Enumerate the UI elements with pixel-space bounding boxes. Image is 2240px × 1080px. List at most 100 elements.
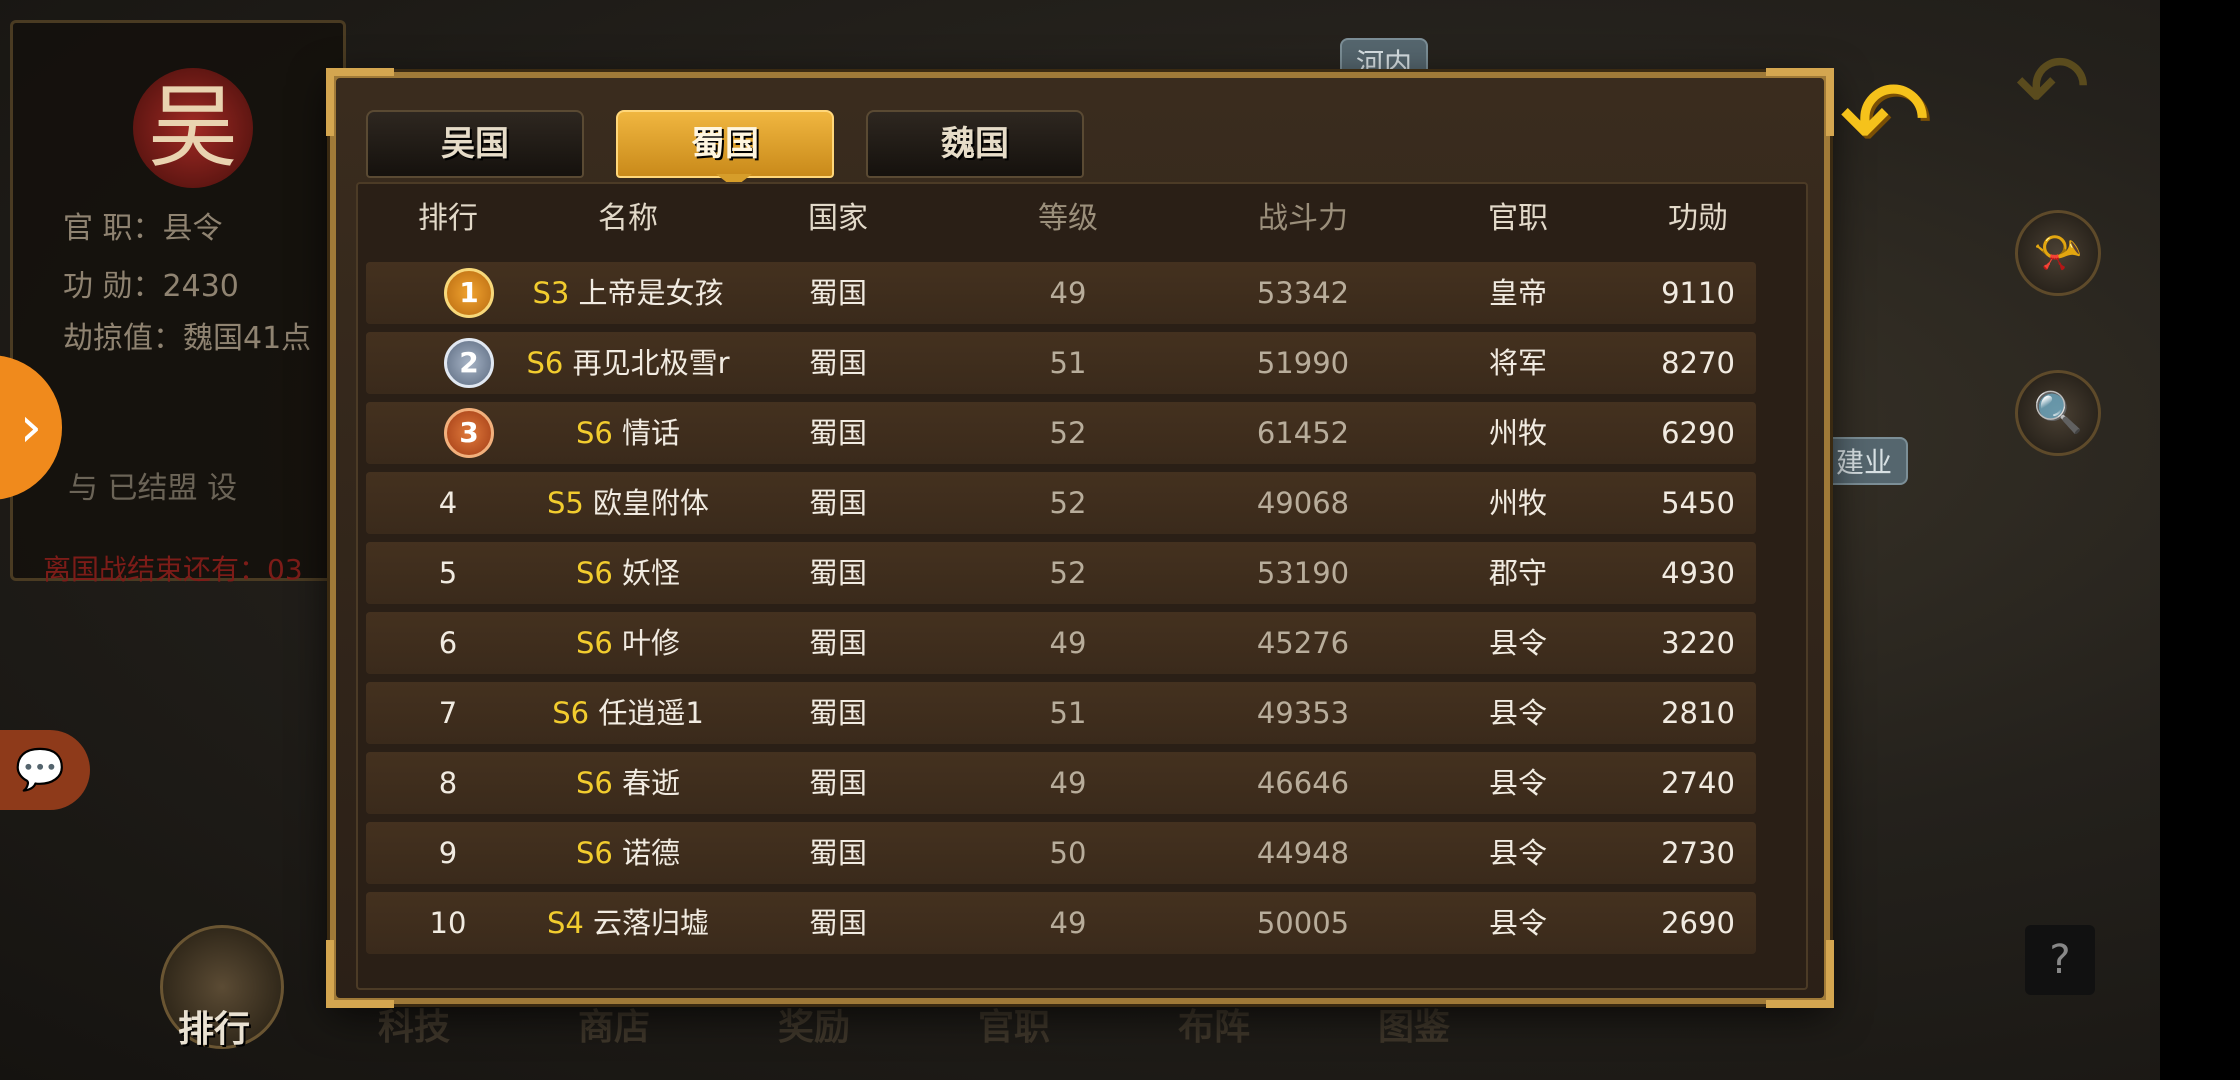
level-cell: 50 — [1049, 836, 1087, 870]
table-row[interactable]: 4 S5 欧皇附体 蜀国 52 49068 州牧 5450 — [366, 472, 1756, 534]
back-arrow-icon[interactable]: ↶ — [1830, 65, 1940, 175]
magnifier-icon[interactable]: 🔍 — [2015, 370, 2101, 456]
title-cell: 皇帝 — [1488, 276, 1547, 310]
merit-cell: 6290 — [1661, 416, 1735, 450]
merit-cell: 5450 — [1661, 486, 1735, 520]
col-merit: 功勋 — [1668, 201, 1728, 236]
power-cell: 46646 — [1256, 766, 1350, 800]
power-cell: 49353 — [1256, 696, 1350, 730]
plunder-text: 劫掠值：魏国41点 — [63, 321, 312, 356]
table-row[interactable]: 8 S6 春逝 蜀国 49 46646 县令 2740 — [366, 752, 1756, 814]
name-cell: S6 春逝 — [508, 752, 748, 814]
title-cell: 县令 — [1488, 766, 1547, 800]
country-cell: 蜀国 — [808, 696, 867, 730]
server-tag: S6 — [552, 696, 590, 730]
back-arrow-icon-faint: ↶ — [2015, 35, 2091, 140]
ranking-dialog: 吴国 蜀国 魏国 排行 名称 国家 等级 战斗力 官职 功勋 1 S3 上帝是女孩… — [326, 68, 1834, 1008]
rank-cell: 5 — [438, 556, 458, 590]
gold-medal-icon: 1 — [444, 268, 494, 318]
name-cell: S6 叶修 — [508, 612, 748, 674]
power-cell: 50005 — [1256, 906, 1350, 940]
chat-bubble-icon[interactable]: 💬 — [0, 730, 90, 810]
table-row[interactable]: 7 S6 任逍遥1 蜀国 51 49353 县令 2810 — [366, 682, 1756, 744]
player-name: 再见北极雪r — [572, 346, 730, 380]
power-cell: 53342 — [1256, 276, 1350, 310]
help-button[interactable]: ? — [2025, 925, 2095, 995]
title-cell: 县令 — [1488, 906, 1547, 940]
level-cell: 52 — [1049, 556, 1087, 590]
player-name: 云落归墟 — [593, 906, 710, 940]
rank-cell: 6 — [438, 626, 458, 660]
country-cell: 蜀国 — [808, 416, 867, 450]
table-row[interactable]: 3 S6 情话 蜀国 52 61452 州牧 6290 — [366, 402, 1756, 464]
col-name: 名称 — [598, 201, 658, 236]
rank-cell: 4 — [438, 486, 458, 520]
player-name: 任逍遥1 — [598, 696, 704, 730]
title-cell: 郡守 — [1488, 556, 1547, 590]
table-row[interactable]: 1 S3 上帝是女孩 蜀国 49 53342 皇帝 9110 — [366, 262, 1756, 324]
ranking-table[interactable]: 排行 名称 国家 等级 战斗力 官职 功勋 1 S3 上帝是女孩 蜀国 49 53342… — [356, 182, 1808, 990]
power-cell: 53190 — [1256, 556, 1350, 590]
merit-cell: 2810 — [1661, 696, 1735, 730]
tab-wei[interactable]: 魏国 — [866, 110, 1084, 178]
table-row[interactable]: 2 S6 再见北极雪r 蜀国 51 51990 将军 8270 — [366, 332, 1756, 394]
official-rank-text: 官 职：县令 — [63, 211, 223, 246]
title-cell: 将军 — [1488, 346, 1547, 380]
country-cell: 蜀国 — [808, 906, 867, 940]
merit-cell: 2740 — [1661, 766, 1735, 800]
merit-cell: 4930 — [1661, 556, 1735, 590]
power-cell: 51990 — [1256, 346, 1350, 380]
col-title: 官职 — [1488, 201, 1548, 236]
screen-edge — [2160, 0, 2240, 1080]
rank-cell: 7 — [438, 696, 458, 730]
table-header: 排行 名称 国家 等级 战斗力 官职 功勋 — [358, 184, 1778, 254]
power-cell: 49068 — [1256, 486, 1350, 520]
name-cell: S3 上帝是女孩 — [508, 262, 748, 324]
tab-shu[interactable]: 蜀国 — [616, 110, 834, 178]
silver-medal-icon: 2 — [444, 338, 494, 388]
col-country: 国家 — [808, 201, 868, 236]
country-cell: 蜀国 — [808, 346, 867, 380]
rank-cell: 9 — [438, 836, 458, 870]
level-cell: 49 — [1049, 276, 1087, 310]
table-row[interactable]: 9 S6 诺德 蜀国 50 44948 县令 2730 — [366, 822, 1756, 884]
server-tag: S6 — [575, 626, 613, 660]
nav-rewards[interactable]: 奖励 — [778, 998, 850, 1050]
alliance-text: 与 已结盟 设 — [68, 471, 238, 506]
frame-corner — [1766, 68, 1834, 136]
player-name: 上帝是女孩 — [578, 276, 724, 310]
table-row[interactable]: 10 S4 云落归墟 蜀国 49 50005 县令 2690 — [366, 892, 1756, 954]
level-cell: 52 — [1049, 416, 1087, 450]
server-tag: S5 — [546, 486, 584, 520]
player-info-panel: 吴 官 职：县令 功 勋：2430 劫掠值：魏国41点 与 已结盟 设 离国战结… — [10, 20, 346, 586]
player-name: 叶修 — [622, 626, 681, 660]
name-cell: S6 再见北极雪r — [508, 332, 748, 394]
nav-shop[interactable]: 商店 — [578, 998, 650, 1050]
table-row[interactable]: 6 S6 叶修 蜀国 49 45276 县令 3220 — [366, 612, 1756, 674]
table-row[interactable]: 5 S6 妖怪 蜀国 52 53190 郡守 4930 — [366, 542, 1756, 604]
name-cell: S5 欧皇附体 — [508, 472, 748, 534]
power-cell: 44948 — [1256, 836, 1350, 870]
title-cell: 县令 — [1488, 696, 1547, 730]
player-name: 诺德 — [622, 836, 681, 870]
title-cell: 县令 — [1488, 836, 1547, 870]
player-name: 春逝 — [622, 766, 681, 800]
bronze-medal-icon: 3 — [444, 408, 494, 458]
server-tag: S3 — [532, 276, 570, 310]
rank-cell: 10 — [429, 906, 467, 940]
nav-official[interactable]: 官职 — [978, 998, 1050, 1050]
server-tag: S6 — [575, 556, 613, 590]
server-tag: S6 — [526, 346, 564, 380]
rank-cell: 8 — [438, 766, 458, 800]
name-cell: S6 诺德 — [508, 822, 748, 884]
tab-wu[interactable]: 吴国 — [366, 110, 584, 178]
nav-formation[interactable]: 布阵 — [1178, 998, 1250, 1050]
nav-codex[interactable]: 图鉴 — [1378, 998, 1450, 1050]
server-tag: S4 — [546, 906, 584, 940]
level-cell: 51 — [1049, 346, 1087, 380]
horn-icon[interactable]: 📯 — [2015, 210, 2101, 296]
server-tag: S6 — [575, 836, 613, 870]
player-name: 妖怪 — [622, 556, 681, 590]
power-cell: 45276 — [1256, 626, 1350, 660]
merit-cell: 8270 — [1661, 346, 1735, 380]
